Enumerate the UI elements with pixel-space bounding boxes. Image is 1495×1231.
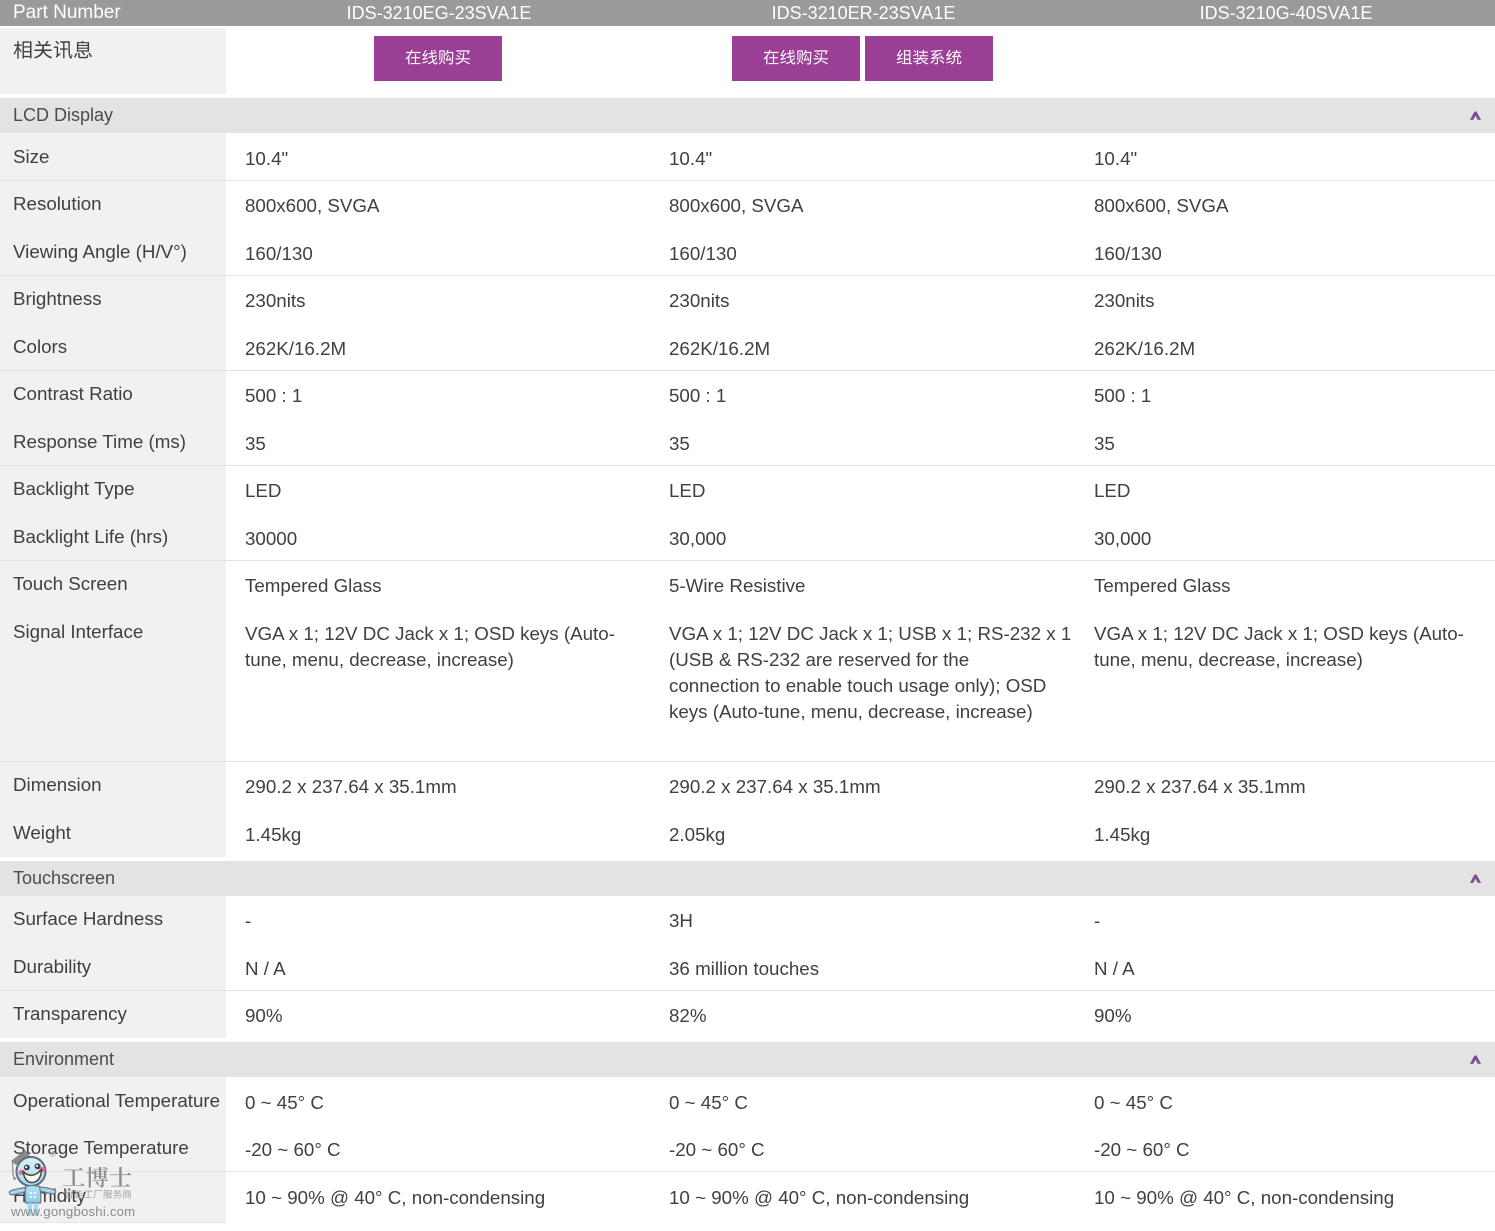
svg-text:®: ® (50, 1150, 56, 1159)
